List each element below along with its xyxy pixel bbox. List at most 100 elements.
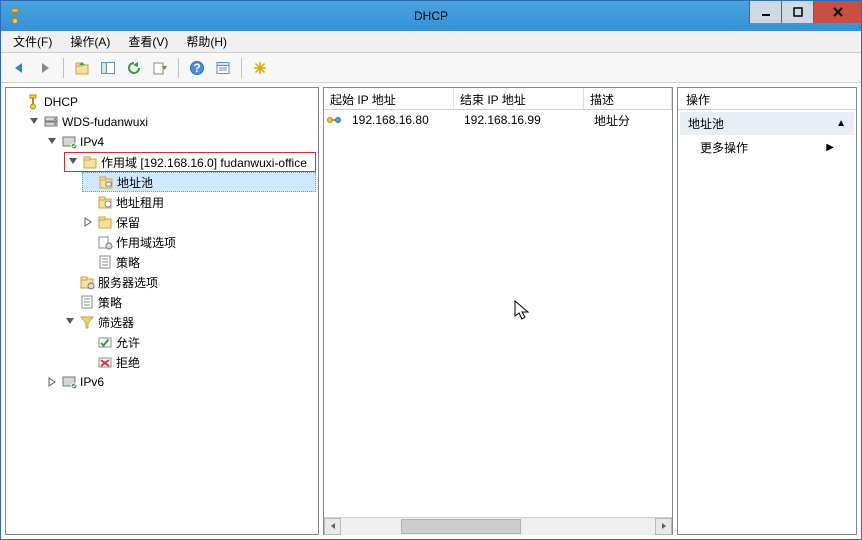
allow-icon [97, 334, 113, 350]
cell-description: 地址分 [588, 110, 672, 132]
actions-more[interactable]: 更多操作 ▶ [680, 135, 854, 160]
menubar: 文件(F) 操作(A) 查看(V) 帮助(H) [1, 31, 861, 53]
maximize-button[interactable] [781, 1, 813, 23]
dhcp-icon [25, 94, 41, 110]
toolbar: ? [1, 53, 861, 83]
menu-view[interactable]: 查看(V) [120, 31, 176, 52]
expand-icon[interactable] [82, 216, 94, 228]
scroll-thumb[interactable] [401, 519, 521, 534]
column-description[interactable]: 描述 [584, 88, 672, 109]
window-title: DHCP [414, 9, 448, 23]
menu-file[interactable]: 文件(F) [5, 31, 60, 52]
dhcp-window: DHCP 文件(F) 操作(A) 查看(V) 帮助(H) ? [0, 0, 862, 540]
svg-text:?: ? [193, 61, 200, 75]
tree-ipv6[interactable]: IPv6 [46, 372, 316, 392]
list-body[interactable]: 192.168.16.80 192.168.16.99 地址分 [324, 110, 672, 517]
actions-more-label: 更多操作 [700, 139, 748, 156]
help-button[interactable]: ? [185, 56, 209, 80]
tree-label: 保留 [116, 214, 140, 231]
tree-filters[interactable]: 筛选器 [64, 312, 316, 332]
tree-label: WDS-fudanwuxi [62, 115, 148, 129]
list-row[interactable]: 192.168.16.80 192.168.16.99 地址分 [324, 110, 672, 130]
content-area: DHCP WDS-fudanwuxi [1, 83, 861, 539]
tree-label: 拒绝 [116, 354, 140, 371]
collapse-icon[interactable] [67, 156, 79, 168]
tree-server-options[interactable]: 服务器选项 [64, 272, 316, 292]
toolbar-separator [178, 58, 179, 78]
up-button[interactable] [70, 56, 94, 80]
tree-label: 作用域 [192.168.16.0] fudanwuxi-office [101, 154, 307, 171]
filter-icon [79, 314, 95, 330]
tree-server[interactable]: WDS-fudanwuxi [28, 112, 316, 132]
horizontal-scrollbar[interactable] [324, 517, 672, 534]
collapse-icon[interactable] [28, 116, 40, 128]
server-icon [43, 114, 59, 130]
tree-label: 策略 [98, 294, 122, 311]
menu-help[interactable]: 帮助(H) [178, 31, 235, 52]
tree-address-pool[interactable]: 地址池 [82, 172, 316, 192]
list-header: 起始 IP 地址 结束 IP 地址 描述 [324, 88, 672, 110]
forward-button[interactable] [33, 56, 57, 80]
tree-label: 服务器选项 [98, 274, 158, 291]
tree-scope[interactable]: 作用域 [192.168.16.0] fudanwuxi-office [64, 152, 316, 172]
scroll-right-button[interactable] [655, 518, 672, 535]
scope-icon [82, 154, 98, 170]
server-options-icon [79, 274, 95, 290]
collapse-icon[interactable] [64, 316, 76, 328]
policy-icon [97, 254, 113, 270]
tree-allow[interactable]: 允许 [82, 332, 316, 352]
minimize-button[interactable] [749, 1, 781, 23]
close-button[interactable] [813, 1, 861, 23]
cell-start-ip: 192.168.16.80 [346, 110, 458, 130]
tree-policies-scope[interactable]: 策略 [82, 252, 316, 272]
actions-header: 操作 [678, 88, 856, 110]
tree-label: 地址租用 [116, 194, 164, 211]
cell-end-ip: 192.168.16.99 [458, 110, 588, 130]
tree-label: 筛选器 [98, 314, 134, 331]
new-scope-button[interactable] [248, 56, 272, 80]
tree: DHCP WDS-fudanwuxi [8, 92, 316, 392]
address-pool-icon [98, 174, 114, 190]
actions-section[interactable]: 地址池 ▲ [680, 112, 854, 135]
back-button[interactable] [7, 56, 31, 80]
deny-icon [97, 354, 113, 370]
tree-label: 地址池 [117, 174, 153, 191]
tree-scope-options[interactable]: 作用域选项 [82, 232, 316, 252]
actions-section-label: 地址池 [688, 115, 724, 132]
titlebar: DHCP [1, 1, 861, 31]
tree-panel[interactable]: DHCP WDS-fudanwuxi [5, 87, 319, 535]
scroll-left-button[interactable] [324, 518, 341, 535]
refresh-button[interactable] [122, 56, 146, 80]
column-start-ip[interactable]: 起始 IP 地址 [324, 88, 454, 109]
tree-label: 作用域选项 [116, 234, 176, 251]
expand-icon[interactable] [46, 376, 58, 388]
menu-action[interactable]: 操作(A) [62, 31, 118, 52]
properties-button[interactable] [211, 56, 235, 80]
tree-ipv4[interactable]: IPv4 [46, 132, 316, 152]
toolbar-separator [241, 58, 242, 78]
collapse-icon[interactable] [46, 136, 58, 148]
toolbar-separator [63, 58, 64, 78]
reservations-icon [97, 214, 113, 230]
tree-deny[interactable]: 拒绝 [82, 352, 316, 372]
tree-label: IPv4 [80, 135, 104, 149]
actions-panel: 操作 地址池 ▲ 更多操作 ▶ [677, 87, 857, 535]
export-button[interactable] [148, 56, 172, 80]
policy-icon [79, 294, 95, 310]
tree-policies-server[interactable]: 策略 [64, 292, 316, 312]
list-panel: 起始 IP 地址 结束 IP 地址 描述 192.168.16.80 192.1… [323, 87, 673, 535]
mouse-cursor-icon [514, 300, 532, 322]
tree-leases[interactable]: 地址租用 [82, 192, 316, 212]
tree-label: 允许 [116, 334, 140, 351]
tree-root-dhcp[interactable]: DHCP [10, 92, 316, 112]
actions-body: 地址池 ▲ 更多操作 ▶ [678, 110, 856, 534]
tree-reservations[interactable]: 保留 [82, 212, 316, 232]
show-hide-tree-button[interactable] [96, 56, 120, 80]
ipv4-icon [61, 134, 77, 150]
window-controls [749, 1, 861, 31]
tree-label: 策略 [116, 254, 140, 271]
scroll-track[interactable] [341, 518, 655, 535]
column-end-ip[interactable]: 结束 IP 地址 [454, 88, 584, 109]
tree-label: DHCP [44, 95, 78, 109]
leases-icon [97, 194, 113, 210]
